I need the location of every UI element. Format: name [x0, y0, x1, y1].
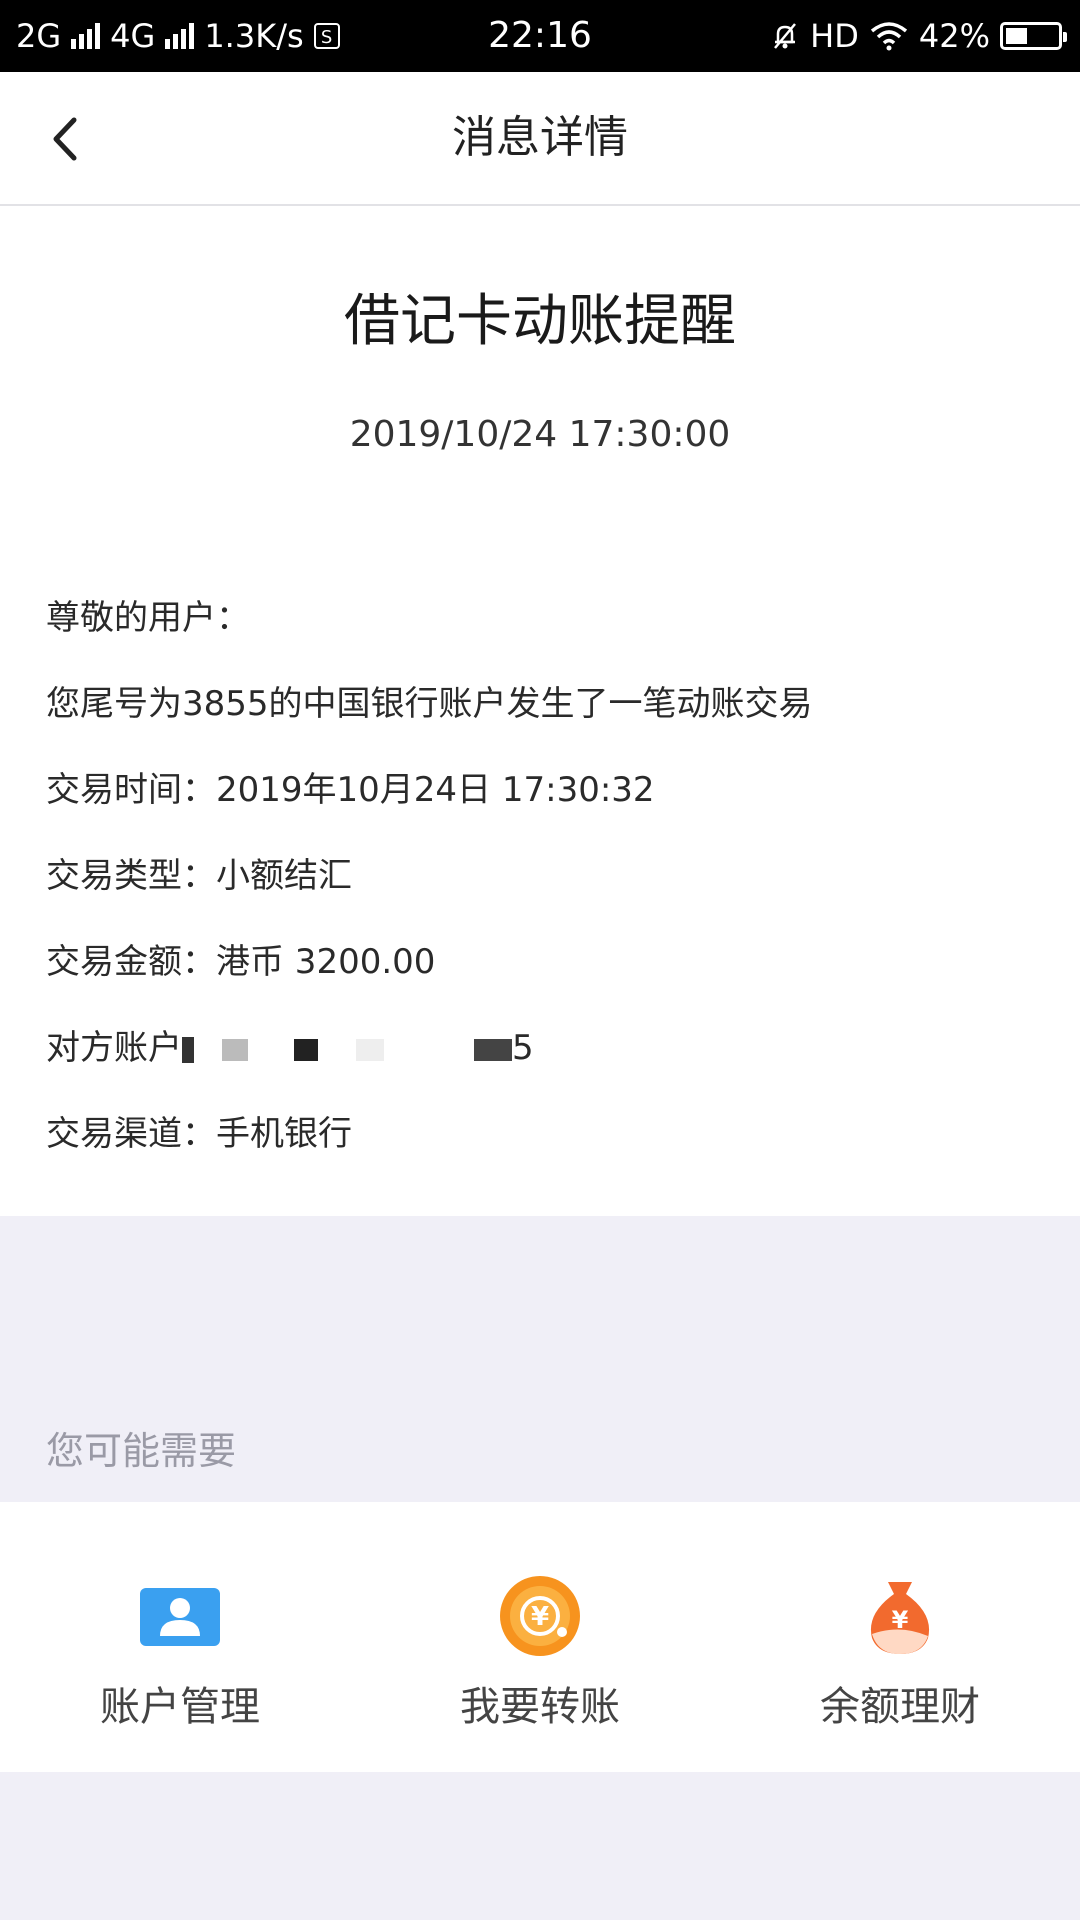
transaction-channel: 交易渠道：手机银行: [46, 1114, 352, 1154]
hd-indicator: HD: [810, 17, 859, 55]
svg-text:¥: ¥: [531, 1602, 549, 1632]
redaction-mark: [474, 1038, 512, 1061]
mute-bell-icon: [774, 23, 797, 49]
message-title: 借记卡动账提醒: [344, 289, 736, 354]
svg-text:¥: ¥: [892, 1606, 909, 1634]
message-intro: 您尾号为3855的中国银行账户发生了一笔动账交易: [46, 684, 813, 724]
wifi-icon: [870, 22, 907, 51]
status-right: HD 42%: [770, 0, 1067, 72]
chevron-left-icon: [53, 117, 77, 161]
transaction-type: 交易类型：小额结汇: [46, 856, 352, 896]
message-greeting: 尊敬的用户：: [46, 598, 250, 638]
message-body: 尊敬的用户： 您尾号为3855的中国银行账户发生了一笔动账交易 交易时间：201…: [46, 576, 1036, 1178]
back-button[interactable]: [30, 102, 100, 176]
counterparty-suffix: 5: [512, 1028, 534, 1068]
redaction-mark: [356, 1038, 384, 1061]
transaction-amount: 交易金额：港币 3200.00: [46, 942, 436, 982]
redaction-mark: [294, 1038, 318, 1061]
counterparty-account: 对方账户 5: [46, 1006, 1036, 1092]
yuan-coin-icon: ¥: [500, 1576, 580, 1656]
money-bag-icon: ¥: [870, 1582, 930, 1654]
recommendations-panel: 账户管理 ¥ 我要转账 ¥ 余额理财: [0, 1502, 1080, 1772]
balance-finance-button[interactable]: ¥ 余额理财: [720, 1502, 1080, 1772]
recommendations-heading: 您可能需要: [46, 1429, 237, 1473]
battery-percent: 42%: [918, 17, 990, 55]
transfer-button[interactable]: ¥ 我要转账: [360, 1502, 720, 1772]
account-card-icon: [140, 1588, 220, 1646]
nav-bar: 消息详情: [0, 72, 1080, 206]
rec-label: 我要转账: [460, 1684, 620, 1730]
counterparty-label: 对方账户: [46, 1028, 182, 1068]
rec-label: 账户管理: [100, 1684, 260, 1730]
transaction-time: 交易时间：2019年10月24日 17:30:32: [46, 770, 655, 810]
account-management-button[interactable]: 账户管理: [0, 1502, 360, 1772]
redaction-mark: [182, 1036, 194, 1063]
redaction-mark: [222, 1038, 248, 1061]
battery-icon: [1000, 22, 1067, 50]
page-title: 消息详情: [452, 112, 628, 163]
rec-label: 余额理财: [820, 1684, 980, 1730]
status-bar: 2G 4G 1.3K/s S 22:16 HD 42%: [0, 0, 1080, 72]
message-card: 借记卡动账提醒 2019/10/24 17:30:00 尊敬的用户： 您尾号为3…: [0, 206, 1080, 1216]
message-datetime: 2019/10/24 17:30:00: [349, 414, 731, 455]
